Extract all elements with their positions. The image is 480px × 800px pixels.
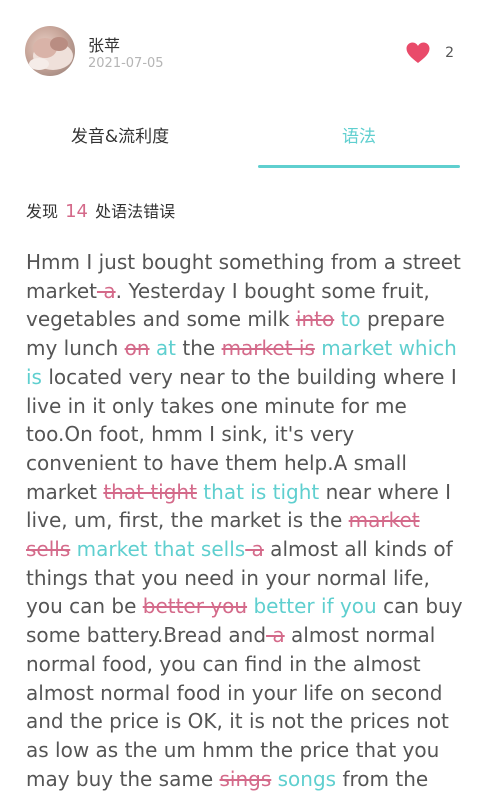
- corrected-text: that is tight: [203, 479, 320, 504]
- error-count: 14: [65, 201, 89, 222]
- transcript-text: from the: [336, 766, 429, 791]
- like-count: 2: [445, 45, 454, 61]
- removed-text: that tight: [103, 479, 197, 504]
- grammar-corrected-transcript: Hmm I just bought something from a stree…: [26, 248, 464, 793]
- transcript-text: the: [176, 336, 222, 361]
- removed-text: market is: [221, 336, 315, 361]
- removed-text: a: [96, 278, 116, 303]
- active-tab-indicator: [258, 165, 460, 168]
- corrected-text: market that sells: [76, 537, 246, 562]
- avatar-photo-icon: [29, 37, 73, 70]
- summary-suffix: 处语法错误: [95, 202, 176, 221]
- like-button[interactable]: 2: [405, 38, 454, 68]
- post-date: 2021-07-05: [88, 56, 164, 71]
- removed-text: sings: [219, 766, 272, 791]
- removed-text: into: [295, 307, 335, 332]
- avatar[interactable]: [25, 26, 75, 76]
- tab-bar: 发音&流利度 语法: [0, 100, 480, 170]
- grammar-error-summary: 发现 14 处语法错误: [26, 198, 175, 222]
- removed-text: better you: [142, 594, 248, 619]
- removed-text: a: [266, 623, 285, 648]
- removed-text: a: [245, 537, 264, 562]
- tab-grammar[interactable]: 语法: [258, 114, 460, 154]
- post-header: 张苹 2021-07-05 2: [0, 0, 480, 100]
- removed-text: on: [124, 336, 150, 361]
- corrected-text: better if you: [253, 594, 377, 619]
- corrected-text: to: [340, 307, 361, 332]
- tab-pronunciation-fluency[interactable]: 发音&流利度: [20, 114, 220, 154]
- corrected-text: songs: [277, 766, 337, 791]
- transcript-text: almost normal normal food, you can find …: [26, 623, 449, 791]
- username: 张苹: [88, 36, 121, 55]
- corrected-text: at: [155, 336, 177, 361]
- post-detail-screen: 张苹 2021-07-05 2 发音&流利度 语法 发现 14 处语法错误 Hm…: [0, 0, 480, 800]
- heart-icon[interactable]: [405, 41, 431, 65]
- summary-prefix: 发现: [26, 202, 59, 221]
